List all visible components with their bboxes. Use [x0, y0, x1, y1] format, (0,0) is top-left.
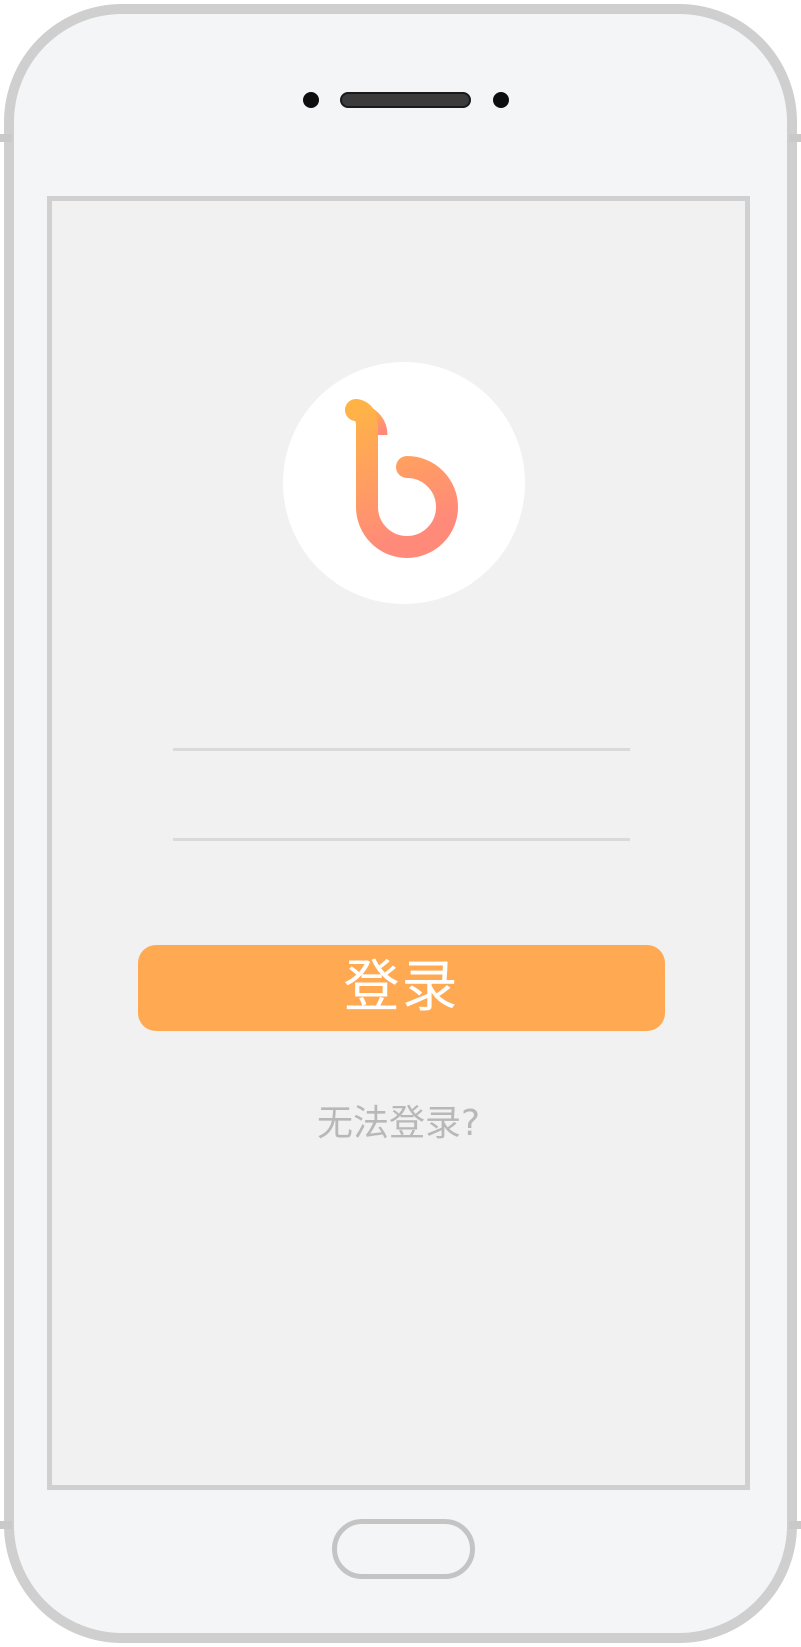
- front-camera-icon: [303, 92, 319, 108]
- app-logo: [283, 362, 525, 604]
- side-button-right-bottom: [789, 1521, 801, 1529]
- side-button-left-top: [0, 134, 12, 142]
- b-logo-icon: [345, 399, 458, 558]
- cannot-login-link[interactable]: 无法登录?: [52, 1094, 745, 1146]
- home-button[interactable]: [332, 1519, 475, 1579]
- side-button-left-bottom: [0, 1521, 12, 1529]
- login-button[interactable]: 登录: [138, 945, 665, 1031]
- side-button-right-top: [789, 134, 801, 142]
- app-screen: 登录 无法登录?: [47, 196, 750, 1490]
- earpiece-speaker: [340, 92, 471, 108]
- username-input[interactable]: [173, 711, 630, 751]
- sensor-dot-icon: [493, 92, 509, 108]
- password-input[interactable]: [173, 801, 630, 841]
